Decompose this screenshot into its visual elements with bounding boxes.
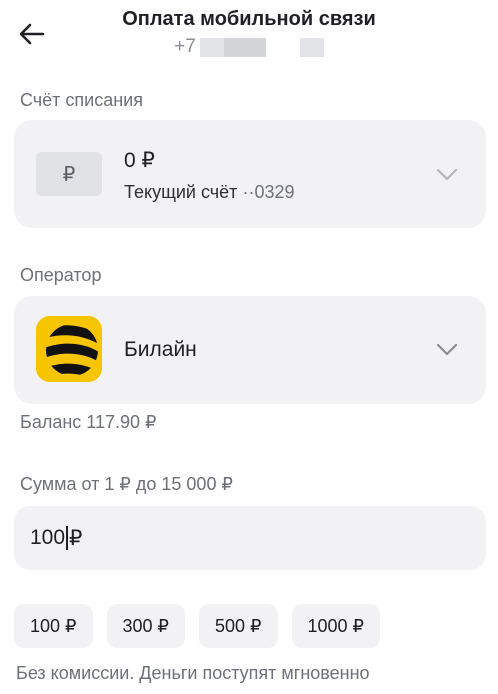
quick-amount-chip[interactable]: 1000 ₽ [291, 604, 380, 648]
commission-note: Без комиссии. Деньги поступят мгновенно [16, 663, 370, 683]
masked-digits [199, 37, 224, 57]
operator-selector[interactable]: Билайн [14, 296, 486, 404]
quick-amount-chip[interactable]: 100 ₽ [14, 604, 93, 648]
operator-section-label: Оператор [20, 265, 102, 285]
account-name-row: Текущий счёт ··0329 [124, 182, 294, 203]
account-number: ··0329 [242, 182, 295, 202]
amount-value: 100 [30, 526, 66, 549]
amount-label: Сумма от 1 ₽ до 15 000 ₽ [20, 474, 233, 494]
page-title: Оплата мобильной связи [122, 8, 376, 30]
masked-digits [299, 37, 324, 57]
account-selector[interactable]: ₽ 0 ₽ Текущий счёт ··0329 [14, 120, 486, 228]
chevron-down-icon [436, 168, 458, 181]
amount-currency: ₽ [69, 526, 83, 550]
operator-name: Билайн [124, 338, 197, 361]
phone-prefix: +7 [174, 36, 196, 57]
quick-amount-chip[interactable]: 500 ₽ [199, 604, 278, 648]
account-name: Текущий счёт [124, 182, 238, 202]
masked-digits [223, 37, 266, 57]
beeline-logo-icon [36, 316, 102, 382]
account-section-label: Счёт списания [20, 90, 143, 110]
masked-digits [266, 38, 300, 57]
quick-amount-chip[interactable]: 300 ₽ [106, 604, 185, 648]
operator-balance: Баланс 117.90 ₽ [20, 412, 157, 432]
payment-screen: Оплата мобильной связи +7 Счёт списания … [0, 0, 498, 694]
quick-amounts: 100 ₽ 300 ₽ 500 ₽ 1000 ₽ [14, 604, 380, 648]
amount-input[interactable]: 100 ₽ [14, 506, 486, 570]
chevron-down-icon [436, 343, 458, 356]
ruble-icon: ₽ [36, 152, 102, 196]
account-balance: 0 ₽ [124, 149, 155, 172]
phone-number: +7 [0, 36, 498, 58]
text-cursor [66, 526, 69, 550]
